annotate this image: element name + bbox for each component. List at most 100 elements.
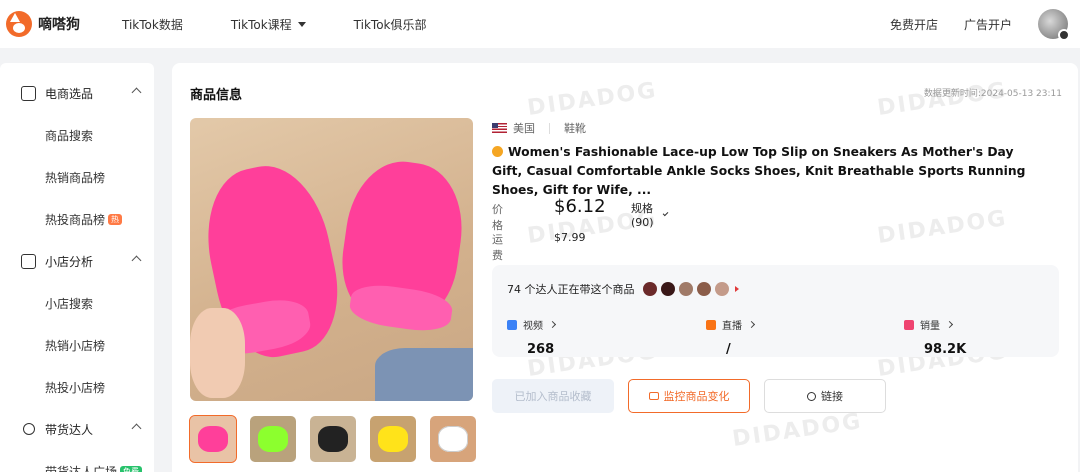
sidebar-item-hot-stores[interactable]: 热销小店榜: [0, 324, 154, 366]
favorited-button[interactable]: 已加入商品收藏: [492, 379, 614, 413]
sales-chart-icon: [904, 319, 914, 330]
creator-avatar[interactable]: [678, 282, 693, 296]
stat-label-text: 视频: [523, 321, 543, 332]
creator-avatar[interactable]: [660, 282, 675, 296]
stat-label: 直播: [706, 317, 756, 332]
product-title[interactable]: Women's Fashionable Lace-up Low Top Slip…: [492, 143, 1042, 200]
sidebar-group-label: 带货达人: [45, 422, 94, 437]
chevron-right-icon: [548, 320, 557, 329]
product-thumbnail[interactable]: [310, 416, 356, 462]
product-thumbnail[interactable]: [430, 416, 476, 462]
top-navigation-bar: 嘀嗒狗 TikTok数据 TikTok课程 TikTok俱乐部 免费开店 广告开…: [0, 0, 1080, 48]
nav-tiktok-club[interactable]: TikTok俱乐部: [354, 16, 427, 33]
jeans-shape: [375, 348, 473, 401]
hot-tag: 热: [108, 213, 123, 225]
chevron-up-icon: [131, 423, 142, 434]
person-icon: [23, 423, 35, 435]
product-main-image[interactable]: [190, 118, 473, 401]
brand-logo-icon: [6, 11, 32, 37]
spec-dropdown[interactable]: 规格(90): [631, 200, 669, 229]
user-avatar[interactable]: [1038, 9, 1070, 41]
product-thumbnail[interactable]: [250, 416, 296, 462]
open-store-link[interactable]: 免费开店: [890, 16, 938, 33]
creators-count-text: 74 个达人正在带这个商品: [507, 283, 635, 296]
stat-live[interactable]: 直播 /: [706, 317, 756, 357]
stat-label-text: 直播: [722, 321, 742, 332]
shipping-label: 运费: [492, 233, 503, 262]
stat-value: 268: [527, 342, 555, 357]
hand-shape: [190, 308, 245, 398]
shoe-thumbnail-shape: [258, 426, 288, 452]
store-icon: [21, 253, 36, 269]
link-label: 链接: [821, 390, 843, 403]
watermark: DIDADOG: [875, 206, 1009, 249]
chevron-right-icon: [945, 320, 954, 329]
stat-sales[interactable]: 销量 98.2K: [904, 317, 966, 357]
product-title-text: Women's Fashionable Lace-up Low Top Slip…: [492, 145, 1026, 197]
product-price: $6.12: [554, 196, 606, 217]
video-icon: [507, 319, 517, 330]
sidebar-group-label: 小店分析: [45, 254, 94, 269]
us-flag-icon: [492, 123, 507, 133]
brand-name: 嘀嗒狗: [38, 17, 80, 33]
monitor-icon: [648, 392, 659, 400]
stat-label: 销量: [904, 317, 966, 332]
sidebar-item-label: 热投商品榜: [45, 212, 106, 227]
sidebar-item-product-search[interactable]: 商品搜索: [0, 114, 154, 156]
brand[interactable]: 嘀嗒狗: [6, 11, 106, 37]
link-button[interactable]: 链接: [764, 379, 886, 413]
sidebar-item-label: 带货达人广场: [45, 464, 118, 472]
sidebar-group-store-analysis[interactable]: 小店分析: [0, 240, 154, 282]
shoe-thumbnail-shape: [378, 426, 408, 452]
sidebar-group-creators[interactable]: 带货达人: [0, 408, 154, 450]
watermark: DIDADOG: [525, 78, 659, 121]
creator-avatar[interactable]: [642, 282, 657, 296]
sidebar-item-creator-plaza[interactable]: 带货达人广场 免费: [0, 450, 154, 472]
nav-tiktok-course[interactable]: TikTok课程: [231, 16, 306, 33]
stat-videos[interactable]: 视频 268: [507, 317, 557, 357]
product-thumbnail[interactable]: [189, 415, 237, 463]
spec-label: 规格(90): [631, 202, 654, 229]
sidebar-item-label: 商品搜索: [45, 128, 94, 143]
creator-stats-panel: 74 个达人正在带这个商品 视频 268 直播 / 销量 98.2K: [492, 265, 1059, 357]
creator-avatar[interactable]: [714, 282, 729, 296]
shoe-thumbnail-shape: [438, 426, 468, 452]
sidebar-group-ecommerce[interactable]: 电商选品: [0, 72, 154, 114]
stat-value: /: [726, 342, 731, 357]
monitor-label: 监控商品变化: [663, 390, 730, 403]
creator-avatar[interactable]: [696, 282, 711, 296]
thumbnail-strip: [189, 415, 490, 463]
nav-label: TikTok数据: [122, 17, 183, 32]
sidebar-group-label: 电商选品: [45, 86, 94, 101]
chevron-right-icon: [747, 320, 756, 329]
stat-label: 视频: [507, 317, 557, 332]
caret-down-icon: [297, 21, 306, 27]
nav-tiktok-data[interactable]: TikTok数据: [122, 16, 183, 33]
sidebar-item-hot-ad-stores[interactable]: 热投小店榜: [0, 366, 154, 408]
creators-row[interactable]: 74 个达人正在带这个商品: [507, 281, 739, 297]
sidebar-item-hot-ad-products[interactable]: 热投商品榜热: [0, 198, 154, 240]
chevron-up-icon: [131, 255, 142, 266]
sidebar-item-label: 热销商品榜: [45, 170, 106, 185]
avatar-badge-icon: [1058, 29, 1070, 41]
watermark: DIDADOG: [730, 409, 864, 452]
monitor-product-button[interactable]: 监控商品变化: [628, 379, 750, 413]
sidebar-item-hot-products[interactable]: 热销商品榜: [0, 156, 154, 198]
main-nav: TikTok数据 TikTok课程 TikTok俱乐部: [122, 16, 474, 33]
ad-account-link[interactable]: 广告开户: [964, 16, 1012, 33]
live-icon: [706, 319, 716, 330]
sidebar-item-store-search[interactable]: 小店搜索: [0, 282, 154, 324]
shoe-thumbnail-shape: [198, 426, 228, 452]
product-card: DIDADOG DIDADOG DIDADOG DIDADOG DIDADOG …: [172, 63, 1078, 472]
header-actions: 免费开店 广告开户: [890, 0, 1080, 48]
chevron-up-icon: [131, 87, 142, 98]
coin-icon: [492, 146, 503, 157]
divider: [549, 122, 550, 134]
creator-avatars: [642, 282, 733, 296]
chevron-down-icon: [663, 210, 669, 216]
product-thumbnail[interactable]: [370, 416, 416, 462]
region-label: 美国: [513, 122, 535, 135]
watermark: DIDADOG: [875, 78, 1009, 121]
shopping-bag-icon: [21, 85, 36, 101]
sidebar: 电商选品 商品搜索 热销商品榜 热投商品榜热 小店分析 小店搜索 热销小店榜 热…: [0, 63, 154, 472]
